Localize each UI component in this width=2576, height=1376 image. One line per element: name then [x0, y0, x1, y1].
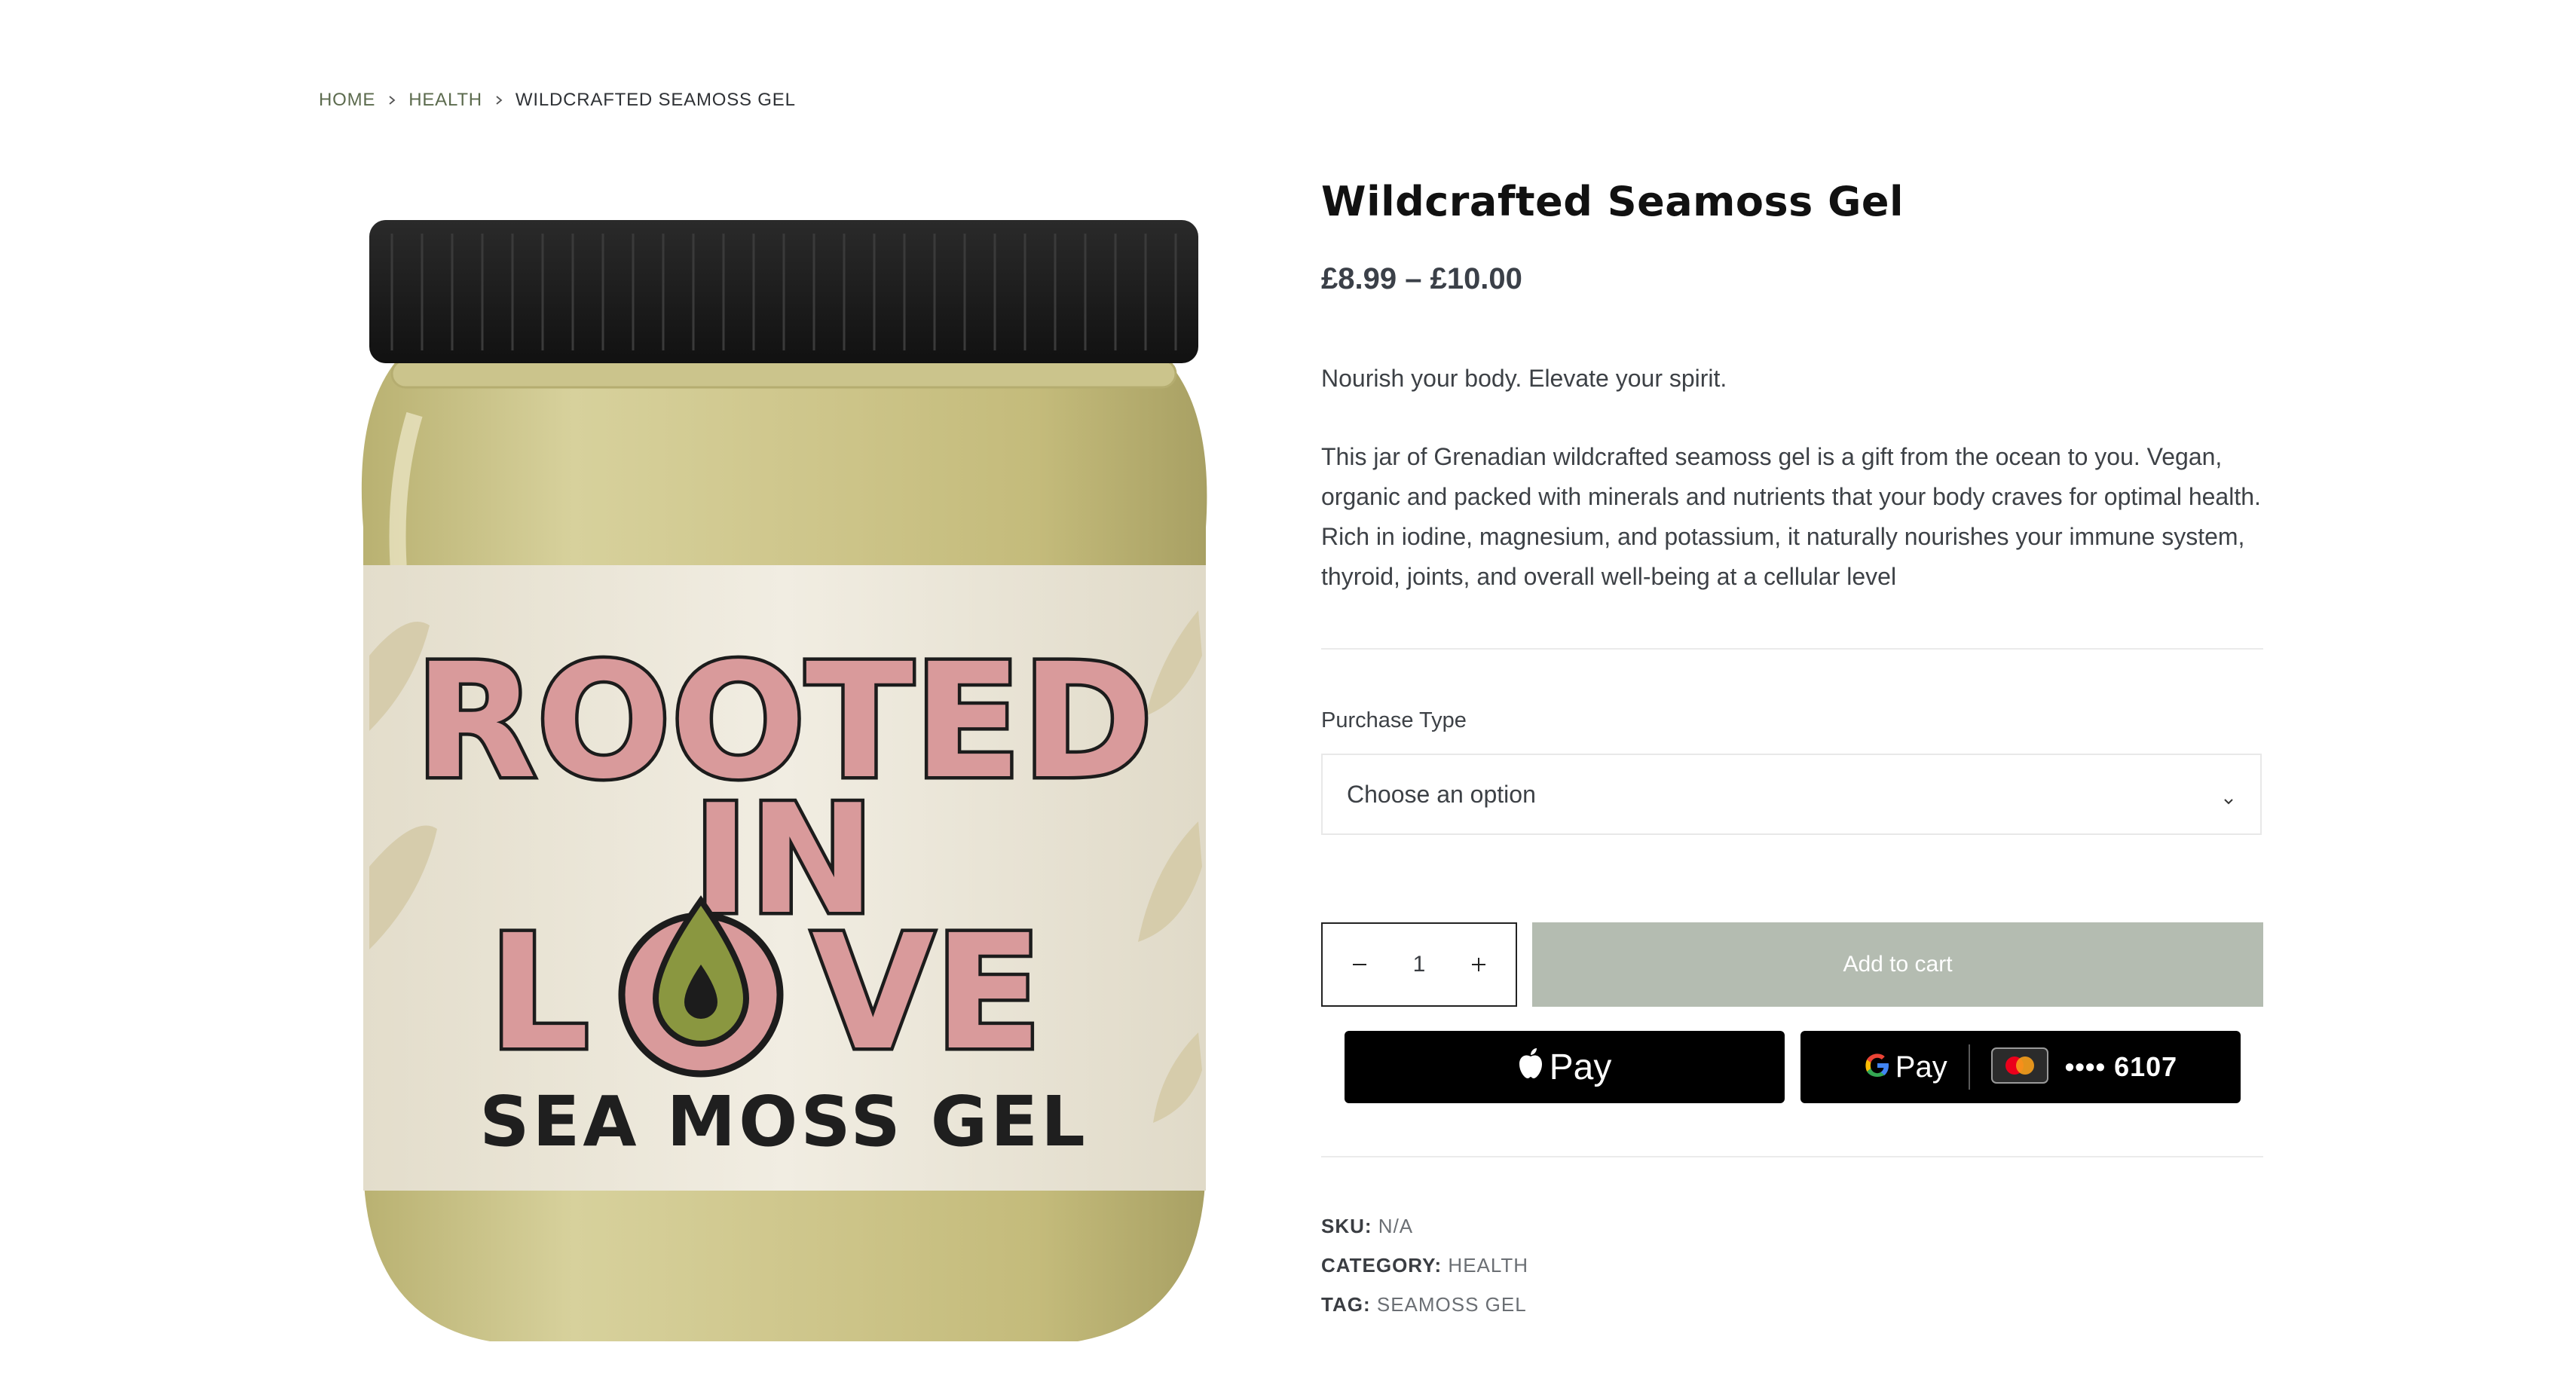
divider	[1968, 1044, 1970, 1090]
apple-pay-button[interactable]: Pay	[1345, 1031, 1785, 1103]
breadcrumb-category-link[interactable]: HEALTH	[408, 90, 482, 111]
chevron-right-icon	[375, 89, 408, 112]
product-tagline: Nourish your body. Elevate your spirit.	[1321, 365, 1727, 392]
plus-icon[interactable]	[1467, 953, 1490, 976]
category-key: CATEGORY:	[1321, 1254, 1442, 1277]
tag-row: TAG: SEAMOSS GEL	[1321, 1293, 1527, 1316]
apple-pay-label: Pay	[1549, 1047, 1612, 1087]
google-g-icon	[1864, 1052, 1891, 1083]
google-pay-button[interactable]: Pay •••• 6107	[1800, 1031, 2241, 1103]
divider	[1321, 648, 2263, 650]
quantity-stepper: 1	[1321, 922, 1517, 1007]
add-to-cart-button[interactable]: Add to cart	[1532, 922, 2263, 1007]
category-row: CATEGORY: HEALTH	[1321, 1254, 1528, 1277]
purchase-type-selected: Choose an option	[1347, 780, 1536, 808]
label-line3b-text: VE	[812, 901, 1042, 1085]
chevron-down-icon	[2221, 787, 2236, 805]
quantity-value[interactable]: 1	[1413, 952, 1426, 977]
category-link[interactable]: HEALTH	[1448, 1254, 1528, 1277]
breadcrumb: HOME HEALTH WILDCRAFTED SEAMOSS GEL	[319, 89, 796, 112]
card-last-digits: •••• 6107	[2064, 1051, 2178, 1082]
breadcrumb-current: WILDCRAFTED SEAMOSS GEL	[515, 90, 796, 110]
tag-key: TAG:	[1321, 1293, 1371, 1316]
chevron-right-icon	[482, 89, 516, 112]
product-description: This jar of Grenadian wildcrafted seamos…	[1321, 443, 2261, 590]
product-price: £8.99 – £10.00	[1321, 262, 1522, 295]
label-bottom-text: SEA MOSS GEL	[479, 1081, 1088, 1162]
divider	[1321, 1156, 2263, 1157]
sku-row: SKU: N/A	[1321, 1215, 1413, 1238]
google-pay-label: Pay	[1895, 1050, 1947, 1084]
tag-link[interactable]: SEAMOSS GEL	[1377, 1293, 1527, 1316]
label-line3a-text: L	[488, 901, 589, 1085]
purchase-type-label: Purchase Type	[1321, 708, 1467, 732]
product-title: Wildcrafted Seamoss Gel	[1321, 178, 1904, 225]
apple-icon	[1518, 1047, 1543, 1088]
jar-neck	[390, 359, 1177, 389]
product-image[interactable]: ROOTED IN L VE SEA MOSS GEL	[324, 188, 1244, 1371]
breadcrumb-home-link[interactable]: HOME	[319, 90, 375, 111]
purchase-type-select[interactable]: Choose an option	[1321, 754, 2262, 835]
minus-icon[interactable]	[1348, 953, 1371, 976]
mastercard-icon	[1990, 1047, 2048, 1087]
sku-key: SKU:	[1321, 1215, 1372, 1237]
sku-value: N/A	[1378, 1215, 1414, 1237]
